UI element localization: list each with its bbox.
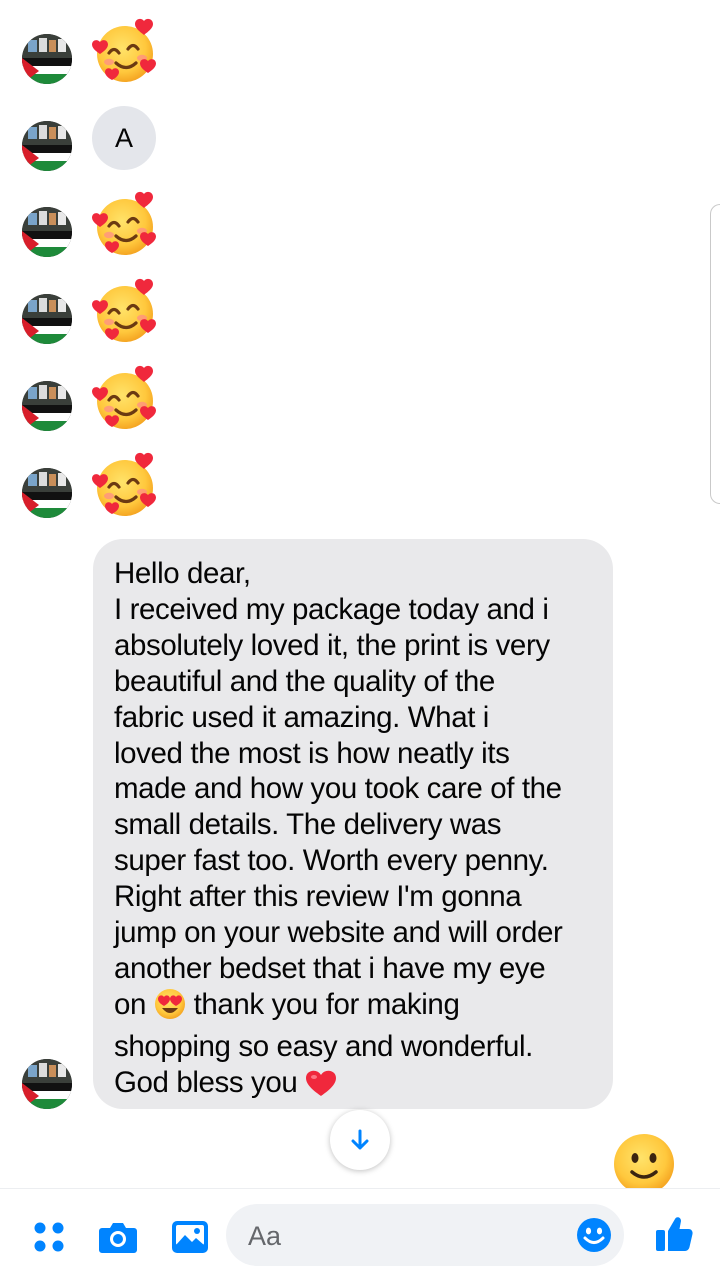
message-line: another bedset that i have my eye	[114, 951, 546, 985]
like-thumb-icon[interactable]	[654, 1213, 694, 1253]
slightly-smiling-face-icon[interactable]	[612, 1132, 676, 1196]
message-line: Hello dear,	[114, 557, 251, 590]
message-input-container[interactable]	[226, 1204, 624, 1268]
message-line: shopping so easy and wonderful.	[114, 1029, 533, 1063]
sender-avatar[interactable]	[22, 1059, 72, 1109]
message-line: jump on your website and will order	[114, 916, 563, 950]
sender-avatar[interactable]	[22, 207, 72, 257]
scroll-indicator[interactable]	[710, 204, 720, 504]
message-bubble-letter[interactable]: A	[92, 106, 156, 170]
message-line: God bless you	[114, 1065, 593, 1107]
message-text: thank you for making	[193, 987, 460, 1021]
heart-eyes-icon	[154, 988, 186, 1029]
sender-avatar[interactable]	[22, 121, 72, 171]
smiling-face-with-hearts-icon[interactable]	[92, 363, 162, 433]
message-input[interactable]	[246, 1204, 570, 1268]
message-line: made and how you took care of the	[114, 772, 562, 806]
smiling-face-with-hearts-icon[interactable]	[92, 450, 162, 520]
camera-icon[interactable]	[98, 1217, 138, 1257]
message-text: God bless you	[114, 1065, 298, 1099]
message-composer	[0, 1188, 720, 1281]
smiling-face-with-hearts-icon[interactable]	[92, 16, 162, 86]
smiling-face-with-hearts-icon[interactable]	[92, 189, 162, 259]
message-line: beautiful and the quality of the	[114, 664, 495, 698]
message-line: Right after this review I'm gonna	[114, 880, 522, 914]
scroll-to-bottom-button[interactable]	[330, 1110, 390, 1170]
menu-dots-icon[interactable]	[29, 1217, 69, 1257]
emoji-icon[interactable]	[576, 1217, 612, 1253]
message-line: I received my package today and i	[114, 592, 549, 626]
message-line: fabric used it amazing. What i	[114, 700, 489, 734]
message-line: super fast too. Worth every penny.	[114, 844, 549, 878]
sender-avatar[interactable]	[22, 34, 72, 84]
message-bubble-review[interactable]: Hello dear, I received my package today …	[93, 539, 613, 1109]
message-line: small details. The delivery was	[114, 808, 502, 842]
sender-avatar[interactable]	[22, 294, 72, 344]
gallery-icon[interactable]	[170, 1217, 210, 1257]
message-line: loved the most is how neatly its	[114, 736, 510, 770]
sender-avatar[interactable]	[22, 381, 72, 431]
message-text: on	[114, 987, 147, 1021]
red-heart-icon	[305, 1068, 337, 1107]
sender-avatar[interactable]	[22, 468, 72, 518]
message-line: on thank you for making	[114, 987, 593, 1029]
arrow-down-icon	[351, 1129, 369, 1150]
message-line: absolutely loved it, the print is very	[114, 628, 550, 662]
smiling-face-with-hearts-icon[interactable]	[92, 276, 162, 346]
